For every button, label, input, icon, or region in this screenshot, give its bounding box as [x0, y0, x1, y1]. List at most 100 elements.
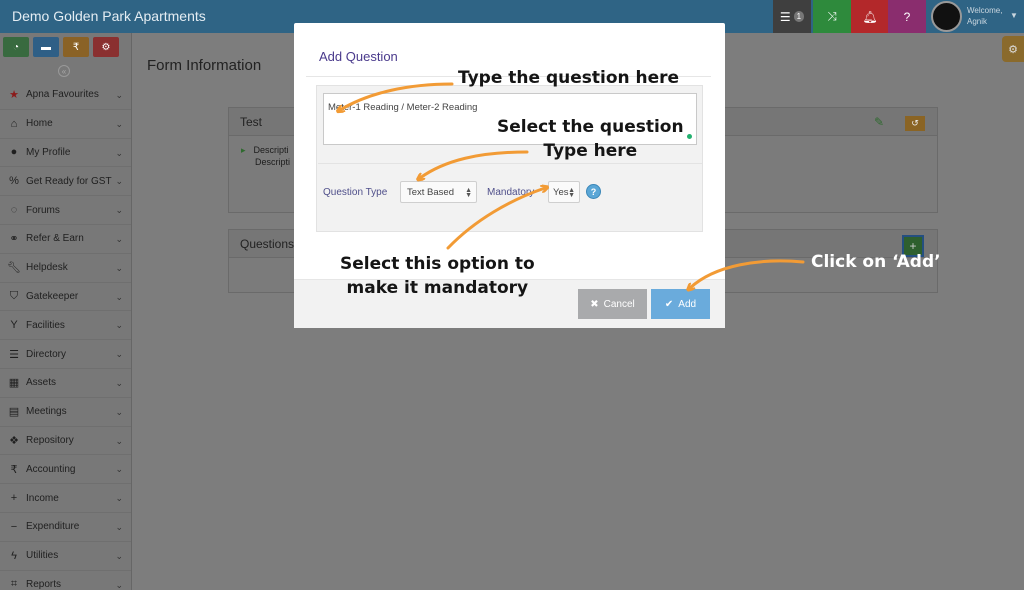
annotation-click-add: Click on ‘Add’	[811, 252, 941, 272]
percent-icon: %	[9, 175, 19, 188]
rupee-icon: ₹	[72, 41, 80, 53]
chevron-down-icon: ⌄	[115, 291, 123, 302]
sidebar-item-reports[interactable]: ⌗ Reports ⌄	[0, 571, 131, 590]
sidebar-item-facilities[interactable]: Y Facilities ⌄	[0, 311, 131, 341]
question-type-value: Text Based	[407, 187, 454, 198]
tasks-button[interactable]: ☰ 1	[773, 0, 811, 33]
sidebar-item-repository[interactable]: ❖ Repository ⌄	[0, 427, 131, 456]
sidebar-item-label: Meetings	[26, 406, 67, 418]
star-icon: ★	[9, 89, 19, 102]
question-type-label: Question Type	[323, 187, 388, 198]
sidebar-item-refer-earn[interactable]: ⚭ Refer & Earn ⌄	[0, 225, 131, 254]
mandatory-select[interactable]: Yes ▲ ▼	[548, 181, 580, 203]
chevron-down-icon: ⌄	[115, 233, 123, 244]
help-button[interactable]: ?	[888, 0, 926, 33]
close-icon: ✖	[590, 298, 599, 310]
payments-shortcut[interactable]: ₹	[63, 37, 89, 57]
plus-icon: +	[10, 492, 18, 505]
minus-icon: −	[10, 520, 18, 533]
sidebar-item-label: Expenditure	[26, 521, 80, 533]
chevron-down-icon: ⌄	[115, 377, 123, 388]
question-type-select[interactable]: Text Based ▲ ▼	[400, 181, 477, 203]
tasks-icon: ☰	[779, 9, 791, 24]
pencil-icon[interactable]: ✎	[874, 115, 884, 129]
sidebar-item-assets[interactable]: ▦ Assets ⌄	[0, 369, 131, 398]
mandatory-value: Yes	[553, 187, 569, 198]
sidebar-item-label: Get Ready for GST	[26, 175, 112, 187]
sidebar-item-meetings[interactable]: ▤ Meetings ⌄	[0, 398, 131, 427]
mandatory-label: Mandatory	[487, 187, 535, 198]
list-icon: ☰	[9, 348, 19, 361]
dropbox-icon: ❖	[9, 434, 19, 447]
chevron-down-icon: ⌄	[115, 579, 123, 590]
caret-down-icon[interactable]: ▼	[1010, 11, 1018, 20]
add-button-label: Add	[678, 298, 697, 310]
sidebar-item-label: Utilities	[26, 550, 59, 562]
sidebar-item-gatekeeper[interactable]: ⛉ Gatekeeper ⌄	[0, 283, 131, 312]
annotation-question-type: Select the question Type here	[497, 115, 684, 163]
sidebar-item-gst[interactable]: % Get Ready for GST ⌄	[0, 167, 131, 197]
sidebar-item-label: Repository	[26, 434, 74, 446]
help-icon[interactable]: ?	[586, 184, 601, 199]
sidebar-item-directory[interactable]: ☰ Directory ⌄	[0, 340, 131, 369]
sidebar-menu: ★ Apna Favourites ⌄ ⌂ Home ⌄ ● My Profile ⌄ % G…	[0, 81, 131, 590]
sidebar-item-label: Facilities	[26, 319, 65, 331]
user-menu[interactable]: Welcome, Agnik	[967, 5, 1002, 27]
notifications-button[interactable]: 🔔︎	[851, 0, 889, 33]
bell-icon: 🔔︎	[862, 9, 878, 24]
description-line: Descripti	[253, 145, 289, 155]
sidebar-item-label: Helpdesk	[26, 262, 68, 274]
sidebar-item-accounting[interactable]: ₹ Accounting ⌄	[0, 455, 131, 485]
sidebar-collapse-button[interactable]: «	[58, 65, 70, 77]
sidebar-item-apna-favourites[interactable]: ★ Apna Favourites ⌄	[0, 81, 131, 110]
sidebar-item-label: Income	[26, 492, 59, 504]
undo-button[interactable]: ↺	[905, 116, 925, 131]
sidebar-item-expenditure[interactable]: − Expenditure ⌄	[0, 513, 131, 542]
handshake-icon: ⚭	[9, 233, 19, 246]
chevron-down-icon: ⌄	[115, 349, 123, 360]
chat-shortcut[interactable]: ▬	[33, 37, 59, 57]
settings-gear-tab[interactable]: ⚙	[1002, 36, 1024, 62]
comments-icon: ▬	[41, 41, 51, 53]
sidebar-item-home[interactable]: ⌂ Home ⌄	[0, 110, 131, 139]
page-title: Form Information	[147, 57, 262, 74]
sidebar-item-income[interactable]: + Income ⌄	[0, 484, 131, 513]
question-icon: ?	[903, 9, 911, 24]
row-divider	[318, 163, 702, 164]
description-line: Descripti	[255, 157, 291, 167]
resize-handle[interactable]	[687, 134, 692, 139]
avatar[interactable]	[931, 1, 962, 32]
sidebar-item-label: Assets	[26, 377, 57, 389]
user-name: Agnik	[967, 17, 988, 26]
sidebar-item-label: Apna Favourites	[26, 89, 99, 101]
chevron-down-icon: ⌄	[115, 205, 123, 216]
undo-icon: ↺	[911, 118, 919, 128]
chevron-down-icon: ⌄	[115, 406, 123, 417]
caret-right-icon: ▸	[241, 145, 246, 155]
cancel-button[interactable]: ✖ Cancel	[578, 289, 647, 319]
add-button[interactable]: ✔ Add	[651, 289, 710, 319]
sidebar-item-utilities[interactable]: ϟ Utilities ⌄	[0, 542, 131, 571]
select-arrows-icon: ▲ ▼	[568, 187, 575, 199]
glass-icon: Y	[10, 319, 18, 332]
dashboard-shortcut[interactable]: ◔	[3, 37, 29, 57]
sidebar-item-helpdesk[interactable]: 🔧︎ Helpdesk ⌄	[0, 254, 131, 283]
sidebar-toolbar: ◔ ▬ ₹ ⚙	[3, 37, 119, 57]
settings-shortcut[interactable]: ⚙	[93, 37, 119, 57]
home-icon: ⌂	[10, 117, 18, 130]
sidebar: ◔ ▬ ₹ ⚙ « ★ Apna Favourites ⌄ ⌂ Home ⌄ ● My P…	[0, 33, 132, 590]
select-arrows-icon: ▲ ▼	[465, 187, 472, 199]
bolt-icon: ϟ	[11, 549, 17, 562]
sidebar-item-label: Directory	[26, 348, 67, 360]
sidebar-item-my-profile[interactable]: ● My Profile ⌄	[0, 139, 131, 168]
shield-icon: ⛉	[9, 289, 19, 302]
chat-icon: ◌	[10, 204, 18, 217]
chevron-down-icon: ⌄	[115, 118, 123, 129]
dashboard-icon: ◔	[12, 41, 20, 53]
sidebar-item-label: Accounting	[26, 463, 76, 475]
annotation-type-question: Type the question here	[458, 68, 680, 88]
sidebar-item-forums[interactable]: ◌ Forums ⌄	[0, 196, 131, 225]
annotation-line: Type here	[543, 141, 638, 161]
shuffle-button[interactable]: ⤨	[813, 0, 851, 33]
gear-icon: ⚙	[1008, 43, 1018, 56]
